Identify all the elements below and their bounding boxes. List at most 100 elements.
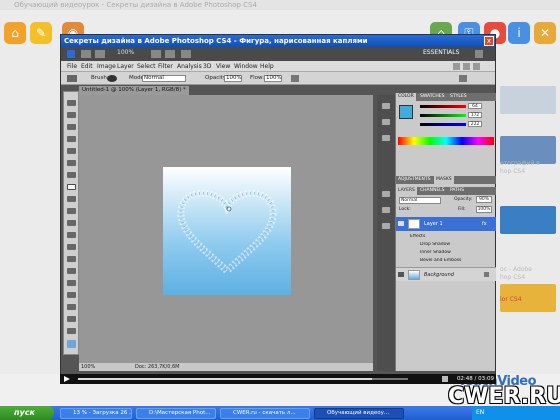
blue-value[interactable]: 222 [468,121,482,127]
volume-icon[interactable] [442,376,448,382]
effect-bevel-emboss[interactable]: Bevel and Emboss [420,258,516,263]
red-slider[interactable] [420,105,466,108]
type-tool-icon[interactable] [67,280,76,286]
lasso-tool-icon[interactable] [67,124,76,130]
close-button[interactable]: x [484,36,494,46]
menu-filter[interactable]: Filter [158,61,173,72]
tab-layers[interactable]: LAYERS [396,187,417,195]
clone-stamp-tool-icon[interactable] [67,196,76,202]
tab-paths[interactable]: PATHS [448,187,466,195]
play-icon[interactable] [64,376,70,382]
navigator-icon[interactable] [382,135,390,141]
layer-opacity-input[interactable]: 90% [476,196,492,203]
eraser-tool-icon[interactable] [67,220,76,226]
layer-name[interactable]: Background [424,272,454,278]
crop-tool-icon[interactable] [67,148,76,154]
status-zoom[interactable]: 100% [81,363,95,371]
minimize-icon[interactable] [453,63,460,70]
menu-view[interactable]: View [216,61,230,72]
menu-select[interactable]: Select [137,61,156,72]
minimize-icon[interactable] [475,50,483,58]
menu-image[interactable]: Image [97,61,116,72]
effect-inner-shadow[interactable]: Inner Shadow [420,250,516,255]
document-tab[interactable]: Untitled-1 @ 100% (Layer 1, RGB/8) * [79,86,189,95]
layer-name[interactable]: Layer 1 [424,221,443,227]
menu-analysis[interactable]: Analysis [177,61,202,72]
rss-icon[interactable]: ⌂ [4,22,26,44]
menu-window[interactable]: Window [234,61,258,72]
red-value[interactable]: 64 [468,103,482,109]
hand-tool-icon[interactable] [67,328,76,334]
info-icon[interactable]: i [508,22,530,44]
layer-row-background[interactable]: Background [396,267,496,281]
effects-row[interactable]: Effects [410,234,506,239]
pen-tool-icon[interactable] [67,268,76,274]
color-swatches-icon[interactable] [67,340,76,348]
tab-masks[interactable]: MASKS [434,176,454,184]
green-slider[interactable] [420,114,466,117]
blue-slider[interactable] [420,123,466,126]
tab-channels[interactable]: CHANNELS [418,187,447,195]
actions-icon[interactable] [382,119,390,125]
brush-tool-icon[interactable] [67,184,76,190]
workspace-switcher[interactable]: ESSENTIALS [423,49,459,56]
view-extras-icon[interactable] [95,50,105,58]
maximize-icon[interactable] [463,63,470,70]
seek-bar[interactable] [78,378,408,380]
canvas[interactable] [163,167,291,295]
menu-3d[interactable]: 3D [203,61,211,72]
visibility-eye-icon[interactable] [398,221,404,226]
clone-source-icon[interactable] [382,207,390,213]
flow-input[interactable]: 100% [264,75,282,82]
character-icon[interactable] [382,223,390,229]
mode-select[interactable]: Normal [142,75,186,82]
brush-preset-picker[interactable] [107,75,117,82]
tab-swatches[interactable]: SWATCHES [418,93,447,101]
visibility-eye-icon[interactable] [398,272,404,277]
zoom-level[interactable]: 100% [117,49,134,56]
start-button[interactable]: пуск [0,406,54,420]
effect-drop-shadow[interactable]: Drop Shadow [420,242,516,247]
rotate-view-icon[interactable] [165,50,175,58]
tab-adjustments[interactable]: ADJUSTMENTS [396,176,432,184]
sidebar-thumb[interactable] [500,86,556,114]
healing-tool-icon[interactable] [67,172,76,178]
blur-tool-icon[interactable] [67,244,76,250]
dodge-tool-icon[interactable] [67,256,76,262]
airbrush-icon[interactable] [291,75,299,82]
shape-tool-icon[interactable] [67,304,76,310]
eyedropper-tool-icon[interactable] [67,160,76,166]
menu-file[interactable]: File [67,61,77,72]
tab-styles[interactable]: STYLES [448,93,469,101]
green-value[interactable]: 172 [468,112,482,118]
gradient-tool-icon[interactable] [67,232,76,238]
sidebar-thumb[interactable] [500,206,556,234]
close-outer-icon[interactable]: ✕ [534,22,556,44]
opacity-input[interactable]: 100% [224,75,242,82]
foreground-color-swatch[interactable] [399,105,413,119]
task-download[interactable]: 13 % - Загрузка 26 ... [60,408,132,419]
marquee-tool-icon[interactable] [67,112,76,118]
hand-icon[interactable] [151,50,161,58]
task-video[interactable]: Обучающий видеоу... [314,408,404,419]
magic-wand-tool-icon[interactable] [67,136,76,142]
arrange-docs-icon[interactable] [181,50,191,58]
history-brush-tool-icon[interactable] [67,208,76,214]
brush-panel-icon[interactable] [459,75,467,82]
path-selection-tool-icon[interactable] [67,292,76,298]
color-spectrum[interactable] [398,137,494,145]
task-explorer[interactable]: D:\Мастерская Phot... [136,408,216,419]
menu-help[interactable]: Help [260,61,274,72]
pencil-icon[interactable]: ✎ [30,22,52,44]
fill-input[interactable]: 100% [476,206,492,213]
task-browser[interactable]: CWER.ru - скачать л... [220,408,310,419]
menu-layer[interactable]: Layer [117,61,134,72]
close-doc-icon[interactable] [473,63,480,70]
history-icon[interactable] [382,103,390,109]
bridge-icon[interactable] [81,50,91,58]
3d-rotate-tool-icon[interactable] [67,316,76,322]
tab-color[interactable]: COLOR [396,93,416,101]
blend-mode-select[interactable]: Normal [399,197,441,204]
status-doc-size[interactable]: Doc: 263,7K/0,6M [135,363,179,371]
layer-row-active[interactable]: Layer 1 fx [396,217,496,231]
